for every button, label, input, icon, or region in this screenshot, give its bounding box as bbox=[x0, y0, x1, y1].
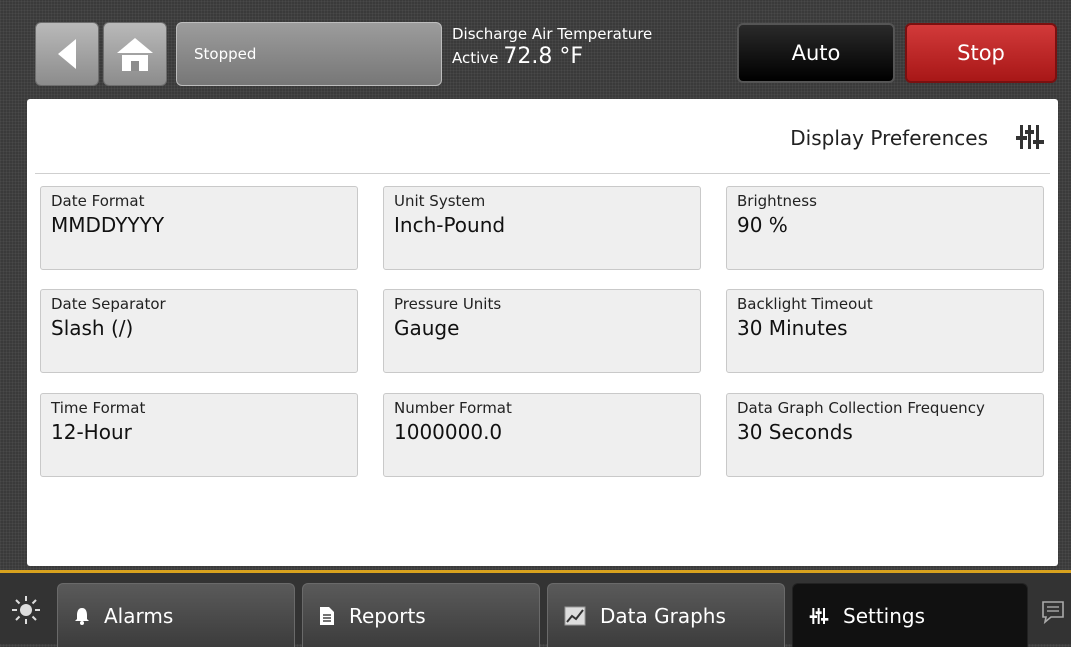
point-state: Active bbox=[452, 49, 499, 67]
tab-settings[interactable]: Settings bbox=[792, 583, 1028, 647]
setting-date-format[interactable]: Date Format MMDDYYYY bbox=[40, 186, 358, 270]
settings-sliders-icon bbox=[809, 606, 829, 626]
setting-label: Backlight Timeout bbox=[737, 295, 873, 313]
tab-label: Reports bbox=[349, 603, 426, 628]
setting-label: Date Separator bbox=[51, 295, 166, 313]
setting-label: Date Format bbox=[51, 192, 145, 210]
setting-backlight-timeout[interactable]: Backlight Timeout 30 Minutes bbox=[726, 289, 1044, 373]
setting-label: Data Graph Collection Frequency bbox=[737, 399, 985, 417]
setting-value: MMDDYYYY bbox=[51, 213, 165, 237]
display-preferences-panel: Display Preferences Date Format MMDDYYYY… bbox=[27, 99, 1058, 566]
setting-brightness[interactable]: Brightness 90 % bbox=[726, 186, 1044, 270]
setting-value: Inch-Pound bbox=[394, 213, 506, 237]
tab-data-graphs[interactable]: Data Graphs bbox=[547, 583, 785, 647]
bell-icon bbox=[74, 607, 90, 625]
auto-button-label: Auto bbox=[791, 41, 841, 65]
auto-button[interactable]: Auto bbox=[737, 23, 895, 83]
chat-icon[interactable] bbox=[1040, 599, 1066, 625]
active-point-readout[interactable]: Discharge Air Temperature Active 72.8 °F bbox=[452, 24, 652, 71]
tab-label: Data Graphs bbox=[600, 603, 726, 628]
home-icon bbox=[117, 38, 153, 71]
setting-label: Unit System bbox=[394, 192, 486, 210]
stop-button[interactable]: Stop bbox=[905, 23, 1057, 83]
tab-label: Settings bbox=[843, 603, 926, 628]
unit-status-text: Stopped bbox=[194, 45, 257, 63]
setting-label: Brightness bbox=[737, 192, 817, 210]
setting-value: 12-Hour bbox=[51, 420, 132, 444]
page-title: Display Preferences bbox=[790, 126, 988, 150]
point-label: Discharge Air Temperature bbox=[452, 25, 653, 43]
unit-status-button[interactable]: Stopped bbox=[176, 22, 442, 86]
back-button[interactable] bbox=[35, 22, 99, 86]
setting-label: Pressure Units bbox=[394, 295, 502, 313]
setting-data-graph-frequency[interactable]: Data Graph Collection Frequency 30 Secon… bbox=[726, 393, 1044, 477]
sun-icon[interactable] bbox=[11, 595, 41, 625]
settings-sliders-icon bbox=[1016, 125, 1044, 149]
back-arrow-icon bbox=[58, 39, 76, 69]
tab-reports[interactable]: Reports bbox=[302, 583, 540, 647]
setting-value: 30 Seconds bbox=[737, 420, 853, 444]
bottom-nav: Alarms Reports Data Graphs Settings bbox=[0, 570, 1071, 647]
setting-value: 90 % bbox=[737, 213, 788, 237]
setting-value: Gauge bbox=[394, 316, 460, 340]
setting-value: 1000000.0 bbox=[394, 420, 503, 444]
graph-icon bbox=[564, 606, 586, 626]
home-button[interactable] bbox=[103, 22, 167, 86]
setting-value: 30 Minutes bbox=[737, 316, 848, 340]
document-icon bbox=[319, 606, 335, 626]
setting-value: Slash (/) bbox=[51, 316, 134, 340]
setting-date-separator[interactable]: Date Separator Slash (/) bbox=[40, 289, 358, 373]
setting-label: Time Format bbox=[51, 399, 146, 417]
header-bar: Stopped Discharge Air Temperature Active… bbox=[0, 0, 1071, 96]
point-value: 72.8 °F bbox=[503, 44, 584, 69]
stop-button-label: Stop bbox=[957, 41, 1005, 65]
title-divider bbox=[35, 173, 1050, 174]
tab-alarms[interactable]: Alarms bbox=[57, 583, 295, 647]
setting-pressure-units[interactable]: Pressure Units Gauge bbox=[383, 289, 701, 373]
tab-label: Alarms bbox=[104, 603, 174, 628]
setting-unit-system[interactable]: Unit System Inch-Pound bbox=[383, 186, 701, 270]
setting-number-format[interactable]: Number Format 1000000.0 bbox=[383, 393, 701, 477]
setting-time-format[interactable]: Time Format 12-Hour bbox=[40, 393, 358, 477]
setting-label: Number Format bbox=[394, 399, 512, 417]
